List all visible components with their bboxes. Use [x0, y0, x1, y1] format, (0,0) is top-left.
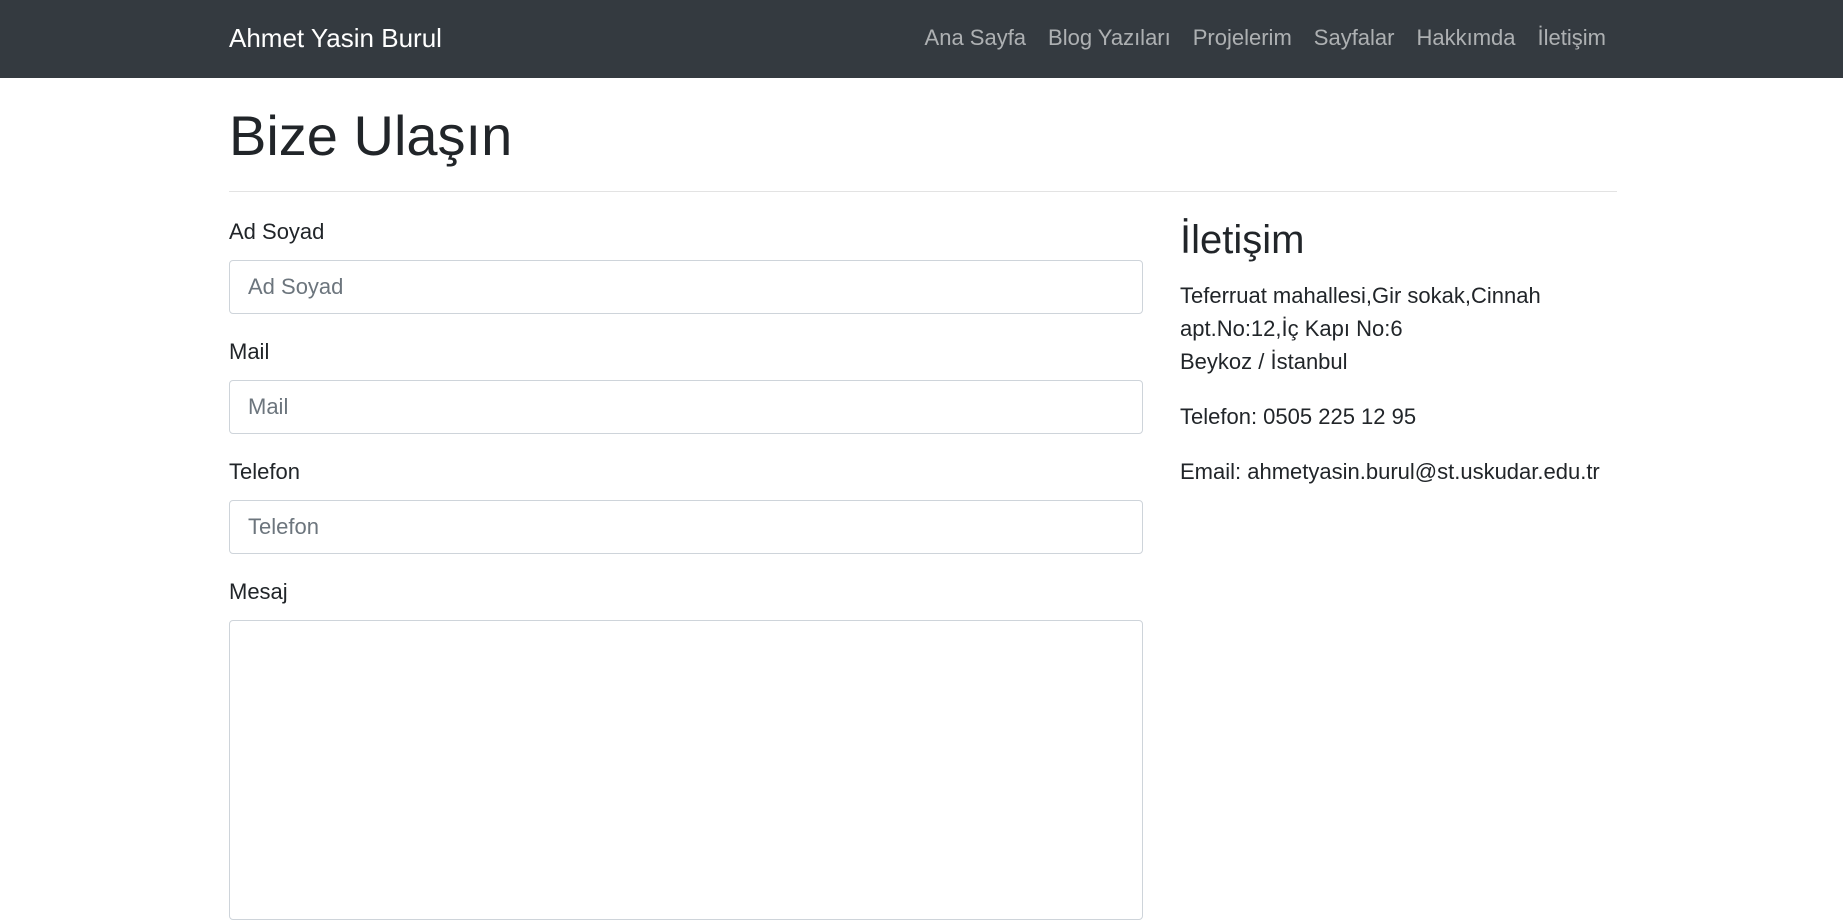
nav-link-blog[interactable]: Blog Yazıları [1048, 20, 1171, 56]
divider [229, 191, 1617, 192]
contact-title: İletişim [1180, 218, 1305, 262]
address-line-1: Teferruat mahallesi,Gir sokak,Cinnah [1180, 283, 1541, 308]
name-label: Ad Soyad [229, 219, 325, 244]
nav-link-sayfalar[interactable]: Sayfalar [1314, 20, 1395, 56]
name-input[interactable] [229, 260, 1143, 314]
address-line-2: apt.No:12,İç Kapı No:6 [1180, 316, 1403, 341]
nav-link-ana-sayfa[interactable]: Ana Sayfa [925, 20, 1027, 56]
mail-label: Mail [229, 339, 270, 364]
nav-link-hakkimda[interactable]: Hakkımda [1417, 20, 1516, 56]
navbar: Ahmet Yasin Burul Ana Sayfa Blog Yazılar… [0, 0, 1843, 78]
address-line-3: Beykoz / İstanbul [1180, 349, 1348, 374]
message-textarea[interactable] [229, 620, 1143, 920]
contact-info: İletişim Teferruat mahallesi,Gir sokak,C… [1180, 215, 1620, 488]
contact-email: Email: ahmetyasin.burul@st.uskudar.edu.t… [1180, 459, 1600, 484]
nav-link-iletisim[interactable]: İletişim [1538, 20, 1606, 56]
contact-phone: Telefon: 0505 225 12 95 [1180, 404, 1417, 429]
nav-links: Ana Sayfa Blog Yazıları Projelerim Sayfa… [925, 20, 1606, 56]
message-label: Mesaj [229, 579, 288, 604]
phone-label: Telefon [229, 459, 300, 484]
contact-form: Ad Soyad Mail Telefon Mesaj [229, 216, 1143, 920]
page-title: Bize Ulaşın [229, 104, 513, 167]
mail-input[interactable] [229, 380, 1143, 434]
brand-link[interactable]: Ahmet Yasin Burul [229, 20, 442, 56]
nav-link-projelerim[interactable]: Projelerim [1193, 20, 1292, 56]
phone-input[interactable] [229, 500, 1143, 554]
